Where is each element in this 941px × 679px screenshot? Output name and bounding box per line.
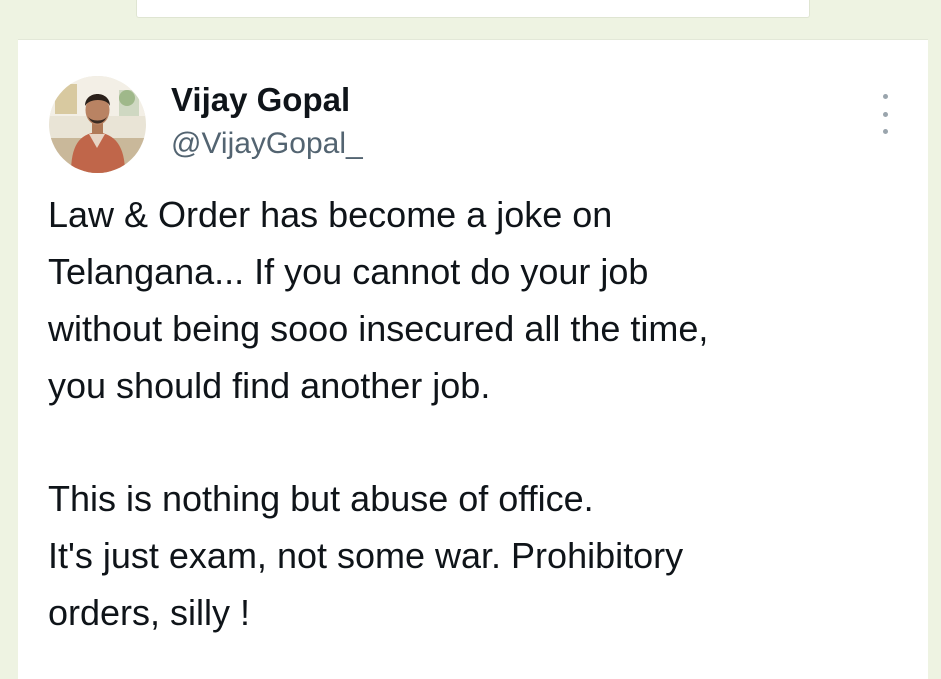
more-dot [882,111,888,117]
avatar-photo-icon [49,76,146,173]
tweet-line: Telangana... If you cannot do your job [48,251,649,292]
author-handle[interactable]: @VijayGopal_ [171,126,363,162]
tweet-text: Law & Order has become a joke on Telanga… [48,186,908,641]
tweet-line: orders, silly ! [48,592,251,633]
tweet-line: you should find another job. [48,365,491,406]
previous-post-card-edge [136,0,810,18]
author-display-name[interactable]: Vijay Gopal [171,80,350,120]
tweet-line: It's just exam, not some war. Prohibitor… [48,535,684,576]
tweet-line: This is nothing but abuse of office. [48,478,594,519]
author-avatar[interactable] [49,76,146,173]
more-dot [882,129,888,134]
paragraph-break [48,414,908,470]
tweet-card[interactable]: Vijay Gopal @VijayGopal_ Law & Order has… [18,39,928,679]
more-dot [882,94,888,99]
more-options-icon[interactable] [873,94,897,134]
tweet-line: without being sooo insecured all the tim… [48,308,709,349]
tweet-line: Law & Order has become a joke on [48,194,613,235]
